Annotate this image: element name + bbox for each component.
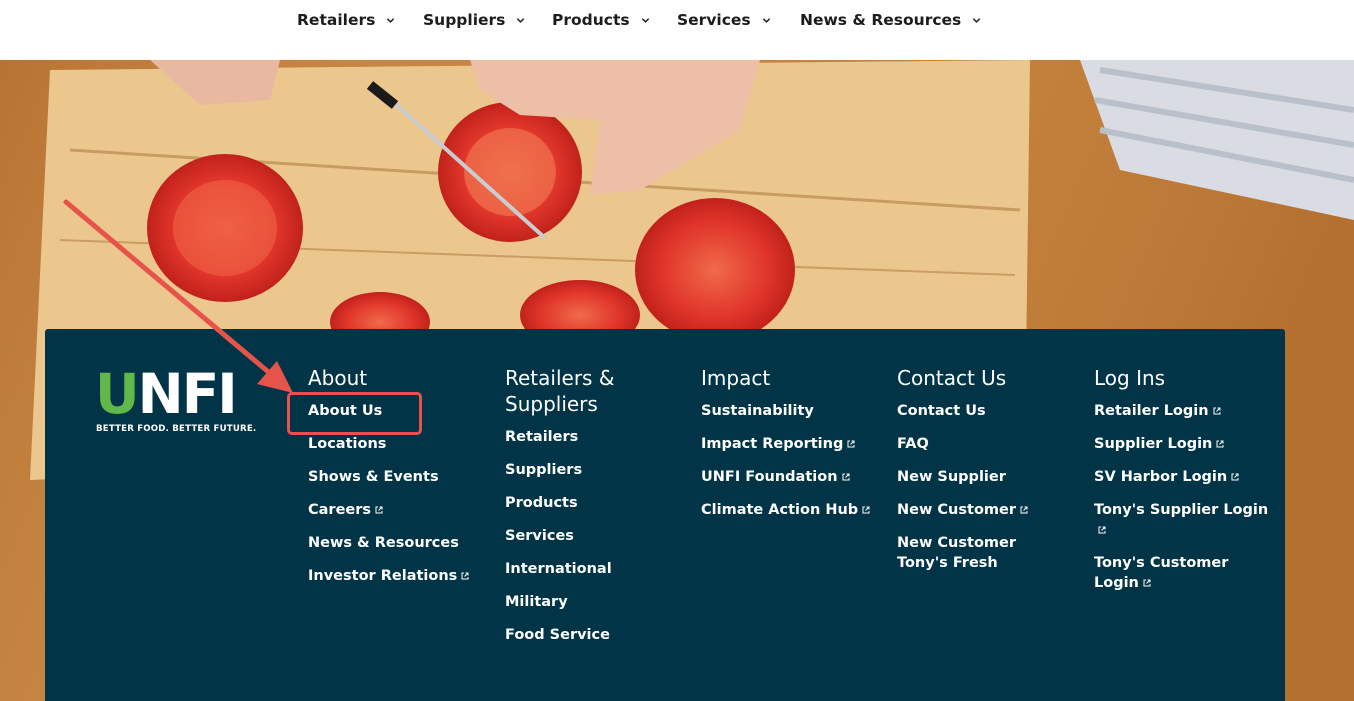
footer-link-services[interactable]: Services — [505, 526, 655, 546]
footer-link-retailers[interactable]: Retailers — [505, 427, 655, 447]
footer-link-sustainability[interactable]: Sustainability — [701, 401, 891, 421]
footer-link-climate-action-hub[interactable]: Climate Action Hub — [701, 500, 891, 520]
footer-link-supplier-login[interactable]: Supplier Login — [1094, 434, 1274, 454]
footer-column-logins: Log Ins Retailer Login Supplier Login SV… — [1094, 365, 1274, 606]
chevron-down-icon — [387, 17, 395, 23]
nav-item-suppliers[interactable]: Suppliers — [423, 11, 525, 29]
external-link-icon — [1231, 473, 1239, 481]
footer-link-international[interactable]: International — [505, 559, 655, 579]
footer-link-sv-harbor-login[interactable]: SV Harbor Login — [1094, 467, 1274, 487]
external-link-icon — [1143, 579, 1151, 587]
footer-link-retailer-login[interactable]: Retailer Login — [1094, 401, 1274, 421]
footer-column-contact: Contact Us Contact Us FAQ New Supplier N… — [897, 365, 1062, 586]
external-link-icon — [847, 440, 855, 448]
footer-link-new-supplier[interactable]: New Supplier — [897, 467, 1062, 487]
chevron-down-icon — [641, 17, 649, 23]
footer-link-suppliers[interactable]: Suppliers — [505, 460, 655, 480]
footer-link-food-service[interactable]: Food Service — [505, 625, 655, 645]
footer-link-unfi-foundation[interactable]: UNFI Foundation — [701, 467, 891, 487]
footer-link-impact-reporting[interactable]: Impact Reporting — [701, 434, 891, 454]
chevron-down-icon — [973, 17, 981, 23]
column-heading: Contact Us — [897, 366, 1007, 390]
footer-column-impact: Impact Sustainability Impact Reporting U… — [701, 365, 891, 533]
footer-link-tonys-supplier-login[interactable]: Tony's Supplier Login — [1094, 500, 1274, 540]
nav-item-label: Suppliers — [423, 11, 506, 29]
footer-link-tonys-customer-login[interactable]: Tony's Customer Login — [1094, 553, 1274, 593]
nav-item-products[interactable]: Products — [552, 11, 650, 29]
annotation-highlight-box — [287, 392, 422, 435]
external-link-icon — [1216, 440, 1224, 448]
unfi-logo[interactable]: UNFI BETTER FOOD. BETTER FUTURE. — [95, 362, 256, 438]
external-link-icon — [1213, 407, 1221, 415]
external-link-icon — [461, 572, 469, 580]
chevron-down-icon — [762, 17, 770, 23]
footer-link-locations[interactable]: Locations — [308, 434, 498, 454]
footer-link-news-resources[interactable]: News & Resources — [308, 533, 498, 553]
external-link-icon — [862, 506, 870, 514]
footer-link-careers[interactable]: Careers — [308, 500, 498, 520]
nav-item-retailers[interactable]: Retailers — [297, 11, 395, 29]
external-link-icon — [1020, 506, 1028, 514]
footer-link-products[interactable]: Products — [505, 493, 655, 513]
footer-link-military[interactable]: Military — [505, 592, 655, 612]
footer-column-retailers-suppliers: Retailers & Suppliers Retailers Supplier… — [505, 365, 655, 658]
logo-wordmark: UNFI — [95, 362, 238, 426]
footer-link-investor-relations[interactable]: Investor Relations — [308, 566, 498, 586]
column-heading: Log Ins — [1094, 366, 1166, 390]
nav-item-services[interactable]: Services — [677, 11, 771, 29]
column-heading: Retailers & Suppliers — [505, 366, 615, 416]
footer-link-contact-us[interactable]: Contact Us — [897, 401, 1062, 421]
nav-item-label: Products — [552, 11, 630, 29]
external-link-icon — [842, 473, 850, 481]
nav-item-label: Retailers — [297, 11, 376, 29]
column-heading: About — [308, 366, 368, 390]
logo-tagline: BETTER FOOD. BETTER FUTURE. — [96, 424, 257, 434]
footer-link-new-customer[interactable]: New Customer — [897, 500, 1062, 520]
nav-item-news-resources[interactable]: News & Resources — [800, 11, 981, 29]
chevron-down-icon — [517, 17, 525, 23]
footer-link-faq[interactable]: FAQ — [897, 434, 1062, 454]
footer-link-shows-events[interactable]: Shows & Events — [308, 467, 498, 487]
nav-item-label: News & Resources — [800, 11, 962, 29]
nav-item-label: Services — [677, 11, 751, 29]
top-navigation: Retailers Suppliers Products Services Ne… — [0, 0, 1354, 60]
external-link-icon — [375, 506, 383, 514]
footer-link-new-customer-tonys-fresh[interactable]: New Customer Tony's Fresh — [897, 533, 1062, 573]
external-link-icon — [1098, 526, 1106, 534]
column-heading: Impact — [701, 366, 771, 390]
